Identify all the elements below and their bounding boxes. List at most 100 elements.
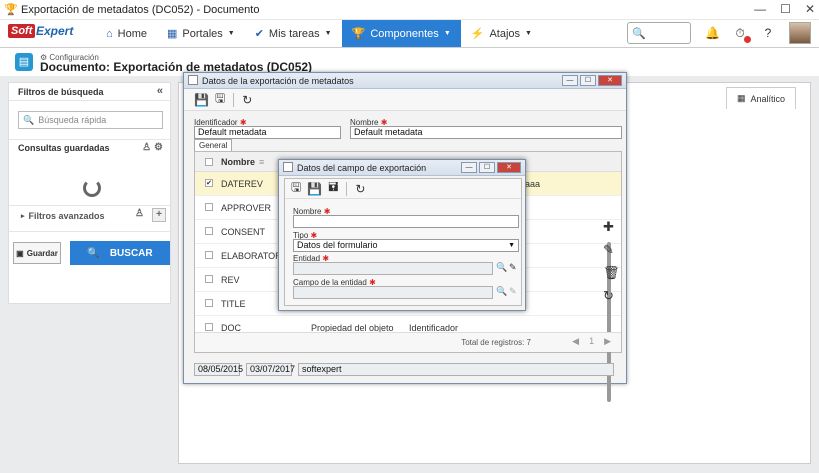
broom-icon[interactable]: ♙	[142, 142, 151, 153]
tab-analitico[interactable]: ▦ Analítico	[726, 87, 796, 109]
grid-footer: Total de registros: 7 ◀ 1 ▶	[195, 332, 621, 352]
save-button[interactable]: ▣ Guardar	[13, 242, 61, 264]
row-checkbox[interactable]	[205, 227, 213, 235]
search-button[interactable]: 🔍 BUSCAR	[70, 241, 170, 265]
chevron-down-icon: ▼	[324, 30, 332, 37]
updated-by-field: softexpert	[298, 363, 614, 376]
quick-search-input[interactable]: 🔍 Búsqueda rápida	[18, 111, 163, 129]
clear-icon[interactable]: ✎	[509, 262, 517, 273]
nombre-field[interactable]: Default metadata	[350, 126, 622, 139]
save-and-new-icon[interactable]: 🖫	[215, 89, 225, 110]
search-icon: 🔍	[496, 286, 508, 296]
field-form: 🖫 💾 🖬 ↻ Nombre ✱ Tipo ✱ Datos del formul…	[284, 178, 522, 306]
window-titlebar: 🏆 Exportación de metadatos (DC052) - Doc…	[0, 0, 819, 20]
add-icon[interactable]: ✚	[603, 219, 620, 235]
minimize-icon[interactable]: —	[562, 75, 578, 86]
window-controls: — ☐ ✕	[754, 2, 815, 16]
search-icon[interactable]: 🔍	[496, 262, 507, 273]
nav-componentes[interactable]: 🏆 Componentes ▼	[341, 20, 461, 47]
maximize-icon[interactable]: ☐	[780, 2, 791, 16]
nombre-field[interactable]	[293, 215, 519, 228]
maximize-icon[interactable]: ☐	[479, 162, 495, 173]
save-icon[interactable]: 💾	[307, 182, 322, 196]
chevron-down-icon: ▼	[443, 30, 451, 37]
chevron-down-icon: ▼	[227, 30, 235, 37]
save-icon[interactable]: 💾	[194, 93, 209, 107]
prev-page-icon[interactable]: ◀	[572, 336, 579, 347]
search-icon: 🔍	[87, 247, 100, 259]
softexpert-logo[interactable]: Soft Expert	[8, 24, 88, 42]
row-checkbox[interactable]: ✔	[205, 179, 213, 187]
refresh-icon[interactable]: ↻	[355, 182, 365, 196]
page-number-icon[interactable]: 1	[589, 336, 594, 347]
saved-queries-header: Consultas guardadas ♙ ⚙	[9, 139, 170, 155]
pending-tasks-icon[interactable]: ⏱	[733, 26, 751, 43]
window-icon	[283, 162, 293, 172]
save-and-new-icon[interactable]: 🖫	[291, 178, 301, 199]
grid-actions: ✚ ✎ 🗑 ↻	[603, 219, 620, 304]
identificador-field[interactable]: Default metadata	[194, 126, 341, 139]
refresh-icon[interactable]: ↻	[603, 288, 620, 304]
chevron-right-icon: ▸	[21, 212, 25, 220]
tipo-select[interactable]: Datos del formulario ▼	[293, 239, 519, 252]
table-icon: ▦	[736, 93, 746, 103]
collapse-icon[interactable]: «	[157, 85, 163, 97]
column-header-nombre[interactable]: Nombre	[221, 157, 255, 167]
home-icon: ⌂	[106, 27, 113, 40]
row-checkbox[interactable]	[205, 275, 213, 283]
save-and-close-icon[interactable]: 🖬	[328, 178, 338, 199]
nav-portales[interactable]: ▦ Portales ▼	[157, 20, 245, 47]
next-page-icon[interactable]: ▶	[604, 336, 611, 347]
filter-actions: ▣ Guardar 🔍 BUSCAR	[9, 231, 172, 265]
created-date-field: 08/05/2015	[194, 363, 243, 376]
nav-mis-tareas[interactable]: ✔ Mis tareas ▼	[245, 20, 342, 47]
tab-general[interactable]: General	[194, 139, 233, 151]
updated-date-field: 03/07/2017	[246, 363, 295, 376]
select-all-checkbox[interactable]	[205, 158, 213, 166]
top-navigation: Soft Expert ⌂ Home ▦ Portales ▼ ✔ Mis ta…	[0, 20, 819, 48]
avatar[interactable]	[789, 22, 811, 44]
dialog-toolbar: 💾 🖫 ↻	[184, 89, 626, 111]
trophy-icon: 🏆	[4, 3, 18, 16]
nav-home[interactable]: ⌂ Home	[96, 20, 157, 47]
advanced-filters-toggle[interactable]: ▸ Filtros avanzados ♙ +	[9, 205, 172, 225]
campo-entidad-field	[293, 286, 493, 299]
trophy-icon: 🏆	[351, 28, 366, 40]
loading-spinner	[83, 179, 101, 197]
chevron-down-icon: ▼	[525, 30, 532, 37]
help-icon[interactable]: ?	[761, 26, 775, 40]
clear-icon: ✎	[509, 286, 517, 296]
delete-icon[interactable]: 🗑	[603, 265, 620, 281]
row-checkbox[interactable]	[205, 299, 213, 307]
row-checkbox[interactable]	[205, 323, 213, 331]
nav-right-tools: 🔍 🔔 ⏱ ?	[627, 22, 811, 44]
close-icon[interactable]: ✕	[805, 2, 815, 16]
row-checkbox[interactable]	[205, 251, 213, 259]
window-title: Exportación de metadatos (DC052) - Docum…	[21, 3, 260, 16]
close-icon[interactable]: ✕	[497, 162, 521, 173]
document-icon: ▤	[15, 53, 33, 71]
close-icon[interactable]: ✕	[598, 75, 622, 86]
dialog-titlebar: Datos de la exportación de metadatos — ☐…	[184, 73, 626, 89]
nav-atajos[interactable]: ⚡ Atajos ▼	[461, 20, 542, 47]
edit-icon[interactable]: ✎	[603, 242, 620, 258]
maximize-icon[interactable]: ☐	[580, 75, 596, 86]
dialog-titlebar: Datos del campo de exportación — ☐ ✕	[279, 160, 525, 176]
broom-icon[interactable]: ♙	[135, 208, 144, 222]
bell-icon[interactable]: 🔔	[705, 26, 720, 40]
global-search-input[interactable]: 🔍	[627, 22, 691, 44]
filters-header: Filtros de búsqueda «	[9, 83, 170, 101]
row-checkbox[interactable]	[205, 203, 213, 211]
search-icon: 🔍	[632, 27, 646, 40]
bolt-icon: ⚡	[470, 28, 485, 40]
sort-icon[interactable]: ≡	[259, 157, 264, 167]
minimize-icon[interactable]: —	[461, 162, 477, 173]
save-icon: ▣	[16, 248, 24, 258]
add-filter-button[interactable]: +	[152, 208, 166, 222]
grid-icon: ▦	[167, 28, 178, 40]
refresh-icon[interactable]: ↻	[242, 93, 252, 107]
gear-icon[interactable]: ⚙	[154, 142, 163, 153]
search-icon: 🔍	[23, 114, 35, 125]
record-count: Total de registros: 7	[461, 338, 531, 347]
minimize-icon[interactable]: —	[754, 2, 766, 16]
